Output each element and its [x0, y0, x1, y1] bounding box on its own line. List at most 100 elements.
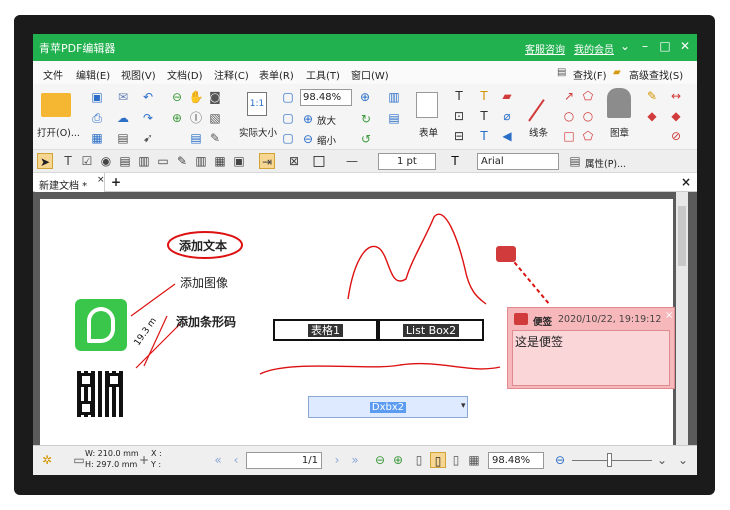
- folder-icon[interactable]: ▰: [613, 67, 621, 78]
- callout-icon[interactable]: ⊟: [451, 128, 467, 144]
- menu-tools[interactable]: 工具(T): [306, 67, 340, 82]
- support-link[interactable]: 客服咨询: [525, 41, 565, 56]
- text-field-icon[interactable]: T: [451, 88, 467, 104]
- history-forward-icon[interactable]: ⊕: [390, 452, 406, 468]
- page-number-input[interactable]: 1/1: [246, 452, 322, 469]
- page-icon[interactable]: ▤: [115, 130, 131, 146]
- vertical-scrollbar[interactable]: [676, 192, 688, 445]
- line-label[interactable]: 线条: [529, 125, 548, 139]
- underline-icon[interactable]: T: [476, 108, 492, 124]
- menu-document[interactable]: 文档(D): [167, 67, 203, 82]
- zoom-dropdown-icon[interactable]: ⊕: [357, 89, 373, 105]
- rotate-icon[interactable]: ↻: [358, 111, 374, 127]
- actual-size-icon[interactable]: 1:1: [247, 92, 267, 116]
- menu-file[interactable]: 文件: [43, 67, 63, 82]
- pentagon-icon[interactable]: ⬠: [580, 128, 596, 144]
- listbox-field[interactable]: List Box2: [378, 319, 484, 341]
- delete-field-icon[interactable]: ⊠: [286, 153, 302, 169]
- tab-order-icon[interactable]: ⇥: [259, 153, 275, 169]
- note-body[interactable]: 这是便签: [512, 330, 670, 386]
- measure-icon[interactable]: ↔: [668, 88, 684, 104]
- facing-icon[interactable]: ▯: [448, 452, 464, 468]
- cover-icon[interactable]: ▦: [466, 452, 482, 468]
- button-icon[interactable]: ▭: [155, 153, 171, 169]
- fit-visible-icon[interactable]: ▢: [280, 130, 296, 146]
- listbox-icon[interactable]: ▤: [117, 153, 133, 169]
- comment-icon[interactable]: ▰: [499, 88, 515, 104]
- page-tool-icon[interactable]: ▥: [386, 89, 402, 105]
- add-page-icon[interactable]: ▤: [386, 110, 402, 126]
- select-icon[interactable]: ➤: [37, 153, 53, 169]
- single-page-icon[interactable]: ▯: [411, 452, 427, 468]
- polygon-icon[interactable]: ⬠: [580, 88, 596, 104]
- settings-icon[interactable]: ✎: [207, 130, 223, 146]
- line-icon[interactable]: [528, 99, 545, 122]
- maximize-icon[interactable]: □: [656, 37, 674, 55]
- zoom-out-label[interactable]: 缩小: [317, 133, 336, 147]
- chevron-down-icon[interactable]: ⌄: [616, 37, 634, 55]
- form-icon[interactable]: [416, 92, 438, 118]
- menu-window[interactable]: 窗口(W): [351, 67, 389, 82]
- note-close-icon[interactable]: ×: [665, 310, 673, 321]
- sound-icon[interactable]: ◀: [499, 128, 515, 144]
- text-select-icon[interactable]: Ⓘ: [188, 110, 204, 126]
- zoom-in-label[interactable]: 放大: [317, 113, 336, 127]
- date-icon[interactable]: ▦: [212, 153, 228, 169]
- menu-view[interactable]: 视图(V): [121, 67, 156, 82]
- attach-icon[interactable]: ⌀: [499, 108, 515, 124]
- doc-edit-icon[interactable]: ▤: [188, 130, 204, 146]
- arrow-icon[interactable]: ↗: [561, 88, 577, 104]
- actual-size-label[interactable]: 实际大小: [239, 125, 277, 139]
- delete-icon[interactable]: ⊘: [668, 128, 684, 144]
- camera-icon[interactable]: ◙: [207, 89, 223, 105]
- back-icon[interactable]: ⊖: [169, 89, 185, 105]
- menu-find[interactable]: 查找(F): [573, 67, 607, 82]
- hand-icon[interactable]: ✋: [188, 89, 204, 105]
- tab-close-icon[interactable]: ×: [97, 175, 105, 185]
- rectangle-icon[interactable]: □: [561, 128, 577, 144]
- form-label[interactable]: 表单: [419, 125, 438, 139]
- form-text-icon[interactable]: T: [60, 153, 76, 169]
- text-color-icon[interactable]: T: [447, 153, 463, 169]
- expand-icon[interactable]: ⌄: [654, 452, 670, 468]
- last-page-icon[interactable]: »: [347, 452, 363, 468]
- zoom-slider[interactable]: [572, 460, 652, 461]
- prev-page-icon[interactable]: ‹: [228, 452, 244, 468]
- text-box-icon[interactable]: ⊡: [451, 108, 467, 124]
- close-icon[interactable]: ✕: [676, 37, 694, 55]
- continuous-icon[interactable]: ▯: [430, 452, 446, 468]
- find-icon[interactable]: ▤: [557, 67, 566, 78]
- scroll-thumb[interactable]: [678, 206, 686, 266]
- barcode-icon[interactable]: ▥: [193, 153, 209, 169]
- menu-comment[interactable]: 注释(C): [214, 67, 249, 82]
- note-marker-icon[interactable]: [496, 246, 516, 262]
- new-tab-icon[interactable]: +: [111, 175, 121, 189]
- status-zoom-out-icon[interactable]: ⊖: [552, 452, 568, 468]
- line-style-icon[interactable]: —: [344, 153, 360, 169]
- first-page-icon[interactable]: «: [210, 452, 226, 468]
- export-icon[interactable]: ▦: [89, 130, 105, 146]
- zoom-out-icon[interactable]: ⊖: [300, 131, 316, 147]
- member-link[interactable]: 我的会员: [574, 41, 614, 56]
- properties-label[interactable]: 属性(P)...: [585, 156, 626, 170]
- redo-icon[interactable]: ↷: [140, 110, 156, 126]
- open-label[interactable]: 打开(O)...: [37, 125, 80, 139]
- tab-document[interactable]: 新建文档 * ×: [35, 173, 105, 192]
- menu-edit[interactable]: 编辑(E): [76, 67, 110, 82]
- properties-icon[interactable]: ▤: [567, 153, 583, 169]
- fit-page-icon[interactable]: ▢: [280, 89, 296, 105]
- sticky-note[interactable]: 便签 2020/10/22, 19:19:12 × 这是便签: [507, 307, 675, 389]
- cloud-icon[interactable]: ☁: [115, 110, 131, 126]
- clipboard-icon[interactable]: ▧: [207, 110, 223, 126]
- checkbox-icon[interactable]: ☑: [79, 153, 95, 169]
- strikeout-icon[interactable]: T: [476, 128, 492, 144]
- combo-icon[interactable]: ▥: [136, 153, 152, 169]
- next-page-icon[interactable]: ›: [329, 452, 345, 468]
- gear-icon[interactable]: ✲: [39, 452, 55, 468]
- pencil-icon[interactable]: ✎: [644, 88, 660, 104]
- close-doc-icon[interactable]: ×: [681, 175, 691, 189]
- combo-field[interactable]: Dxbx2 ▾: [308, 396, 468, 418]
- history-back-icon[interactable]: ⊖: [372, 452, 388, 468]
- signature-icon[interactable]: ✎: [174, 153, 190, 169]
- forward-icon[interactable]: ⊕: [169, 110, 185, 126]
